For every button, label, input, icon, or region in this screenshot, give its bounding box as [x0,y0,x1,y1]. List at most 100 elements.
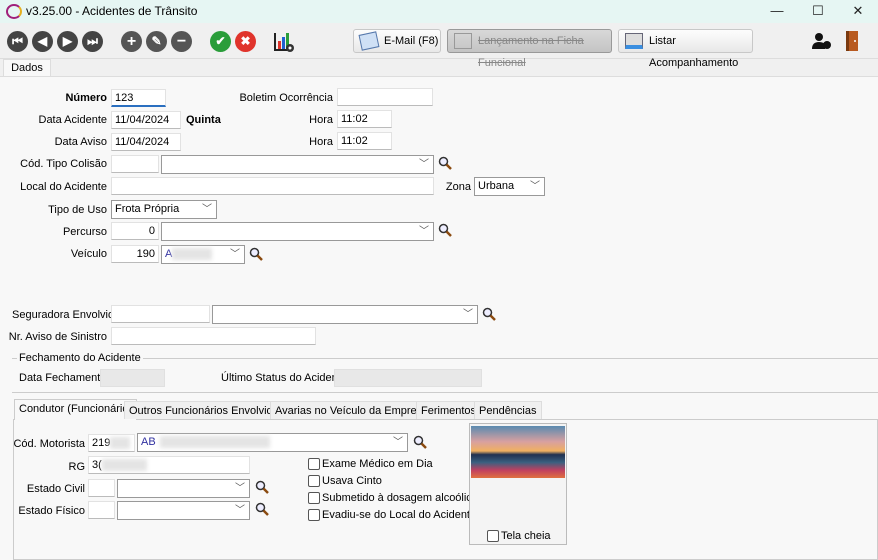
copy-icon [454,33,472,49]
tipo-colisao-select[interactable]: ﹀ [161,155,434,174]
edit-button[interactable]: ✎ [146,31,167,52]
rg-label: RG [68,461,86,473]
chevron-down-icon: ﹀ [230,249,240,260]
tab-avarias[interactable]: Avarias no Veículo da Empresa [270,401,434,419]
confirm-button[interactable]: ✔ [210,31,231,52]
hora-acidente-input[interactable]: 11:02 [337,110,392,128]
report-settings-icon[interactable] [273,31,295,53]
email-button-label: E-Mail (F8) [384,35,439,47]
usava-cinto-checkbox[interactable] [308,475,320,487]
percurso-select[interactable]: ﹀ [161,222,434,241]
tab-condutor[interactable]: Condutor (Funcionário) [14,399,138,420]
divider [12,392,878,393]
hora-aviso-label: Hora [309,136,333,148]
search-icon[interactable] [413,435,427,449]
listar-acompanhamento-button[interactable]: Listar Acompanhamento [618,29,753,69]
estado-fisico-code-input[interactable] [88,501,115,519]
search-icon[interactable] [482,307,496,321]
exit-door-icon[interactable] [845,30,859,52]
veiculo-code-input[interactable]: 190 [111,245,159,263]
email-button[interactable]: E-Mail (F8) [353,29,441,53]
evadiu-local-label: Evadiu-se do Local do Acidente [322,509,477,521]
minimize-button[interactable]: — [762,2,792,20]
rg-input[interactable]: 3( [88,456,250,474]
redacted-text [101,459,147,472]
tipo-colisao-code-input[interactable] [111,155,159,173]
aviso-sinistro-label: Nr. Aviso de Sinistro [8,331,107,343]
tipo-uso-select[interactable]: Frota Própria ﹀ [111,200,217,219]
search-icon[interactable] [255,480,269,494]
redacted-text [110,437,131,450]
title-bar: v3.25.00 - Acidentes de Trânsito — ☐ ✕ [0,0,878,23]
zona-select[interactable]: Urbana ﹀ [474,177,545,196]
rg-value: 3( [92,459,102,471]
tipo-colisao-label: Cód. Tipo Colisão [20,158,107,170]
listar-button-label: Listar Acompanhamento [649,35,739,69]
previous-record-button[interactable]: ◀ [32,31,53,52]
seguradora-select[interactable]: ﹀ [212,305,478,324]
estado-fisico-select[interactable]: ﹀ [117,501,250,520]
tab-ferimentos[interactable]: Ferimentos [416,401,482,419]
delete-button[interactable]: − [171,31,192,52]
tab-dados[interactable]: Dados [3,59,51,76]
numero-input[interactable]: 123 [111,89,166,107]
search-icon[interactable] [438,156,452,170]
data-acidente-label: Data Acidente [38,114,108,126]
estado-civil-code-input[interactable] [88,479,115,497]
tipo-uso-label: Tipo de Uso [48,204,107,216]
lancamento-button-label: Lançamento na Ficha Funcional [478,35,584,69]
chevron-down-icon: ﹀ [235,505,245,516]
estado-civil-select[interactable]: ﹀ [117,479,250,498]
search-icon[interactable] [249,247,263,261]
first-record-button[interactable]: ⏮ [7,31,28,52]
usava-cinto-label: Usava Cinto [322,475,382,487]
evadiu-local-checkbox[interactable] [308,509,320,521]
aviso-sinistro-input[interactable] [111,327,316,345]
tipo-uso-value: Frota Própria [115,203,180,215]
boletim-label: Boletim Ocorrência [239,92,333,104]
numero-label: Número [65,92,107,104]
motorista-code-value: 219 [92,437,111,449]
local-label: Local do Acidente [20,181,107,193]
data-acidente-input[interactable]: 11/04/2024 [111,111,181,129]
search-icon[interactable] [438,223,452,237]
data-fechamento-label: Data Fechamento [19,372,107,384]
user-permissions-icon[interactable] [812,33,832,49]
maximize-button[interactable]: ☐ [803,2,833,20]
driver-photo[interactable] [471,426,565,478]
data-aviso-label: Data Aviso [54,136,107,148]
lancamento-ficha-funcional-button: Lançamento na Ficha Funcional [447,29,612,69]
chevron-down-icon: ﹀ [530,181,540,192]
chevron-down-icon: ﹀ [235,483,245,494]
estado-civil-label: Estado Civil [26,483,85,495]
dosagem-alcoolica-checkbox[interactable] [308,492,320,504]
app-logo-icon [6,4,22,19]
tab-pendencias[interactable]: Pendências [474,401,542,419]
next-record-button[interactable]: ▶ [57,31,78,52]
add-button[interactable]: + [121,31,142,52]
chevron-down-icon: ﹀ [202,204,212,215]
motorista-code-input[interactable]: 219 [88,434,135,452]
last-record-button[interactable]: ⏭ [82,31,103,52]
tela-cheia-checkbox[interactable] [487,530,499,542]
percurso-code-input[interactable]: 0 [111,222,159,240]
cancel-button[interactable]: ✖ [235,31,256,52]
toolbar: ⏮ ◀ ▶ ⏭ + ✎ − ✔ ✖ E-Mail (F8) Lançamento… [0,23,878,69]
boletim-input[interactable] [337,88,433,106]
close-button[interactable]: ✕ [843,2,873,20]
seguradora-code-input[interactable] [111,305,210,323]
veiculo-select[interactable]: A ﹀ [161,245,245,264]
printer-icon [625,33,643,49]
exame-medico-checkbox[interactable] [308,458,320,470]
motorista-label: Cód. Motorista [13,438,85,450]
veiculo-label: Veículo [70,248,107,260]
data-aviso-input[interactable]: 11/04/2024 [111,133,181,151]
tab-outros-funcionarios[interactable]: Outros Funcionários Envolvidos [124,401,290,419]
local-input[interactable] [111,177,434,195]
search-icon[interactable] [255,502,269,516]
tela-cheia-label: Tela cheia [501,530,551,542]
motorista-select[interactable]: AB ﹀ [137,433,408,452]
email-icon [358,31,380,51]
hora-aviso-input[interactable]: 11:02 [337,132,392,150]
data-fechamento-input [100,369,165,387]
